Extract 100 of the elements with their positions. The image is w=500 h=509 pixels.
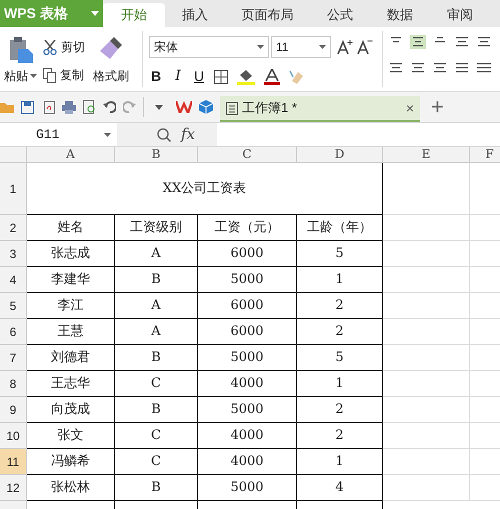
shrink-font-icon[interactable] [357, 39, 373, 55]
row-header[interactable]: 10 [0, 423, 27, 449]
table-cell: 4000 [198, 423, 297, 449]
ribbon-tab[interactable]: 开始 [103, 3, 165, 27]
export-icon[interactable] [41, 100, 55, 114]
justify-icon[interactable] [454, 61, 470, 75]
row-header[interactable]: 3 [0, 241, 27, 267]
align-left-icon[interactable] [388, 61, 404, 75]
scissors-icon[interactable] [43, 40, 57, 54]
row-header[interactable]: 6 [0, 319, 27, 345]
row-header[interactable]: 1 [0, 163, 27, 215]
caret-icon[interactable] [257, 45, 264, 49]
printer-icon[interactable] [62, 100, 76, 114]
cut-button[interactable]: 剪切 [43, 38, 85, 56]
table-cell: 刘德君 [27, 345, 115, 371]
document-tab[interactable]: 工作簿1 * × [220, 96, 420, 122]
borders-icon[interactable] [214, 70, 228, 84]
insert-function-button[interactable]: fx [181, 123, 196, 146]
close-tab-button[interactable]: × [406, 98, 414, 118]
name-box[interactable]: G11 [0, 123, 117, 146]
table-cell: 工资（元） [198, 215, 297, 241]
table-cell: 工资级别 [115, 215, 198, 241]
clipboard-icon[interactable] [8, 37, 32, 63]
caret-icon[interactable] [30, 74, 37, 78]
app-logo: WPS 表格 [4, 4, 68, 23]
formula-input[interactable] [217, 123, 500, 146]
column-header[interactable]: C [198, 147, 297, 162]
align-middle-icon[interactable] [410, 35, 426, 49]
paste-button[interactable]: 粘贴 [4, 67, 37, 85]
sheet-icon[interactable] [226, 102, 238, 114]
row-header[interactable]: 11 [0, 449, 27, 475]
column-header[interactable]: D [297, 147, 383, 162]
row-header[interactable]: 4 [0, 267, 27, 293]
save-icon[interactable] [21, 100, 34, 114]
row-header[interactable]: 2 [0, 215, 27, 241]
table-cell: 张志成 [27, 241, 115, 267]
table-cell: 2 [297, 397, 383, 423]
document-title: 工作簿1 * [242, 99, 298, 118]
indent-icon[interactable] [476, 35, 492, 49]
table-cell: B [115, 345, 198, 371]
new-tab-button[interactable]: + [431, 96, 444, 118]
table-cell: 5000 [198, 345, 297, 371]
row-header[interactable]: 5 [0, 293, 27, 319]
ribbon-tab[interactable]: 页面布局 [225, 3, 310, 27]
bold-button[interactable]: B [149, 66, 163, 87]
row-header[interactable]: 7 [0, 345, 27, 371]
format-painter-button[interactable]: 格式刷 [93, 37, 129, 85]
row-header[interactable]: 12 [0, 475, 27, 501]
column-header[interactable]: B [115, 147, 198, 162]
underline-button[interactable]: U [193, 66, 205, 87]
font-size-dropdown[interactable]: 11 [271, 36, 331, 58]
table-cell: 1 [297, 449, 383, 475]
ribbon-tab[interactable]: 公式 [310, 3, 370, 27]
caret-icon[interactable] [155, 104, 163, 110]
distribute-icon[interactable] [476, 61, 492, 75]
caret-icon[interactable] [91, 11, 99, 16]
column-header[interactable]: E [383, 147, 470, 162]
table-cell: 5000 [198, 397, 297, 423]
column-header[interactable]: F [470, 147, 500, 162]
font-name-dropdown[interactable]: 宋体 [149, 36, 269, 58]
wps-logo-icon[interactable] [176, 101, 192, 113]
ribbon-tab[interactable]: 插入 [165, 3, 225, 27]
caret-icon[interactable] [104, 132, 111, 136]
print-preview-icon[interactable] [83, 100, 96, 114]
outdent-icon[interactable] [454, 35, 470, 49]
eraser-icon[interactable] [289, 68, 305, 84]
align-right-icon[interactable] [432, 61, 448, 75]
copy-button[interactable]: 复制 [43, 66, 85, 84]
table-cell: 李建华 [27, 267, 115, 293]
table-cell: A [115, 241, 198, 267]
fill-color-icon[interactable] [237, 68, 255, 84]
table-cell: 5 [297, 345, 383, 371]
table-cell: 1 [297, 267, 383, 293]
table-cell: 张文 [27, 423, 115, 449]
table-cell: C [115, 371, 198, 397]
ribbon-tab[interactable]: 审阅 [430, 3, 490, 27]
undo-icon[interactable] [103, 101, 116, 113]
grow-font-icon[interactable] [337, 39, 353, 55]
table-cell: 6000 [198, 293, 297, 319]
table-cell: 5 [297, 241, 383, 267]
ribbon-tab[interactable]: 数据 [370, 3, 430, 27]
brush-icon[interactable] [100, 37, 122, 61]
search-icon[interactable] [157, 128, 171, 142]
table-cell: 2 [297, 423, 383, 449]
table-cell: 李江 [27, 293, 115, 319]
row-header[interactable]: 9 [0, 397, 27, 423]
table-cell: A [115, 293, 198, 319]
copy-icon[interactable] [43, 68, 56, 82]
align-center-icon[interactable] [410, 61, 426, 75]
caret-icon[interactable] [319, 45, 326, 49]
table-cell: 5000 [198, 475, 297, 501]
table-cell: 4000 [198, 449, 297, 475]
table-cell: B [115, 267, 198, 293]
row-header[interactable]: 8 [0, 371, 27, 397]
table-cell: 向茂成 [27, 397, 115, 423]
font-color-icon[interactable] [264, 68, 280, 84]
italic-button[interactable]: I [172, 66, 184, 87]
table-cell: 2 [297, 319, 383, 345]
cube-icon[interactable] [199, 100, 213, 114]
column-header[interactable]: A [27, 147, 115, 162]
